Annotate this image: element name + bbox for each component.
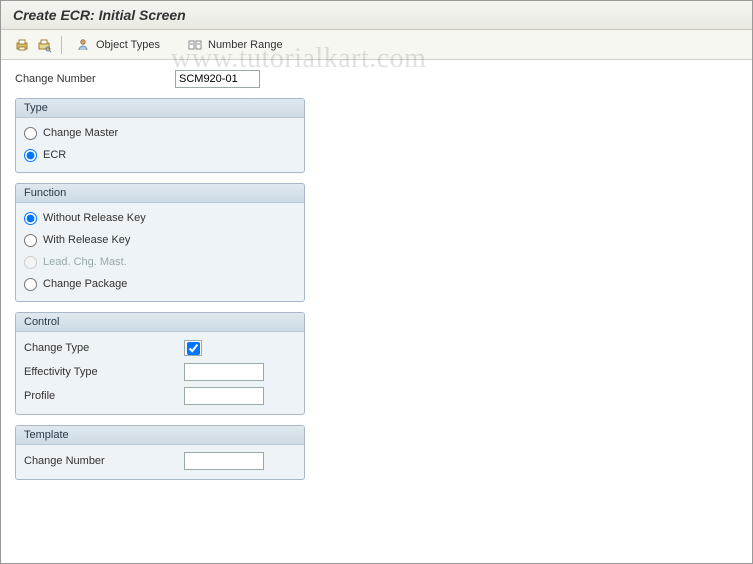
- content-area: Change Number Type Change Master ECR Fun…: [1, 60, 752, 500]
- print-icon[interactable]: [13, 36, 31, 54]
- object-types-label: Object Types: [96, 39, 160, 51]
- function-group-title: Function: [16, 184, 304, 203]
- template-group: Template Change Number: [15, 425, 305, 480]
- radio-change-package-input[interactable]: [24, 278, 37, 291]
- person-icon: [74, 36, 92, 54]
- radio-ecr-input[interactable]: [24, 149, 37, 162]
- toolbar-separator: [61, 36, 62, 54]
- profile-input[interactable]: [184, 387, 264, 405]
- effectivity-type-input[interactable]: [184, 363, 264, 381]
- radio-lead-chg-mast: Lead. Chg. Mast.: [24, 251, 296, 273]
- effectivity-type-label: Effectivity Type: [24, 366, 184, 378]
- radio-change-package[interactable]: Change Package: [24, 273, 296, 295]
- radio-ecr-label: ECR: [43, 149, 66, 161]
- change-number-input[interactable]: [175, 70, 260, 88]
- radio-lead-chg-mast-label: Lead. Chg. Mast.: [43, 256, 127, 268]
- radio-change-master-label: Change Master: [43, 127, 118, 139]
- radio-without-release-key[interactable]: Without Release Key: [24, 207, 296, 229]
- control-group: Control Change Type Effectivity Type Pro…: [15, 312, 305, 415]
- radio-change-master-input[interactable]: [24, 127, 37, 140]
- radio-ecr[interactable]: ECR: [24, 144, 296, 166]
- type-group-title: Type: [16, 99, 304, 118]
- function-group: Function Without Release Key With Releas…: [15, 183, 305, 302]
- radio-with-release-key-label: With Release Key: [43, 234, 130, 246]
- radio-lead-chg-mast-input: [24, 256, 37, 269]
- find-icon[interactable]: [35, 36, 53, 54]
- template-group-title: Template: [16, 426, 304, 445]
- number-range-button[interactable]: Number Range: [182, 34, 287, 56]
- toolbar: Object Types Number Range: [1, 30, 752, 60]
- change-number-label: Change Number: [15, 73, 175, 85]
- template-change-number-label: Change Number: [24, 455, 184, 467]
- radio-change-master[interactable]: Change Master: [24, 122, 296, 144]
- radio-with-release-key-input[interactable]: [24, 234, 37, 247]
- change-type-checkbox[interactable]: [187, 342, 200, 355]
- radio-without-release-key-input[interactable]: [24, 212, 37, 225]
- number-range-label: Number Range: [208, 39, 283, 51]
- object-types-button[interactable]: Object Types: [70, 34, 164, 56]
- radio-with-release-key[interactable]: With Release Key: [24, 229, 296, 251]
- radio-without-release-key-label: Without Release Key: [43, 212, 146, 224]
- radio-change-package-label: Change Package: [43, 278, 127, 290]
- change-number-row: Change Number: [15, 70, 738, 88]
- type-group: Type Change Master ECR: [15, 98, 305, 173]
- page-title: Create ECR: Initial Screen: [1, 1, 752, 30]
- change-type-label: Change Type: [24, 342, 184, 354]
- number-range-icon: [186, 36, 204, 54]
- template-change-number-input[interactable]: [184, 452, 264, 470]
- control-group-title: Control: [16, 313, 304, 332]
- profile-label: Profile: [24, 390, 184, 402]
